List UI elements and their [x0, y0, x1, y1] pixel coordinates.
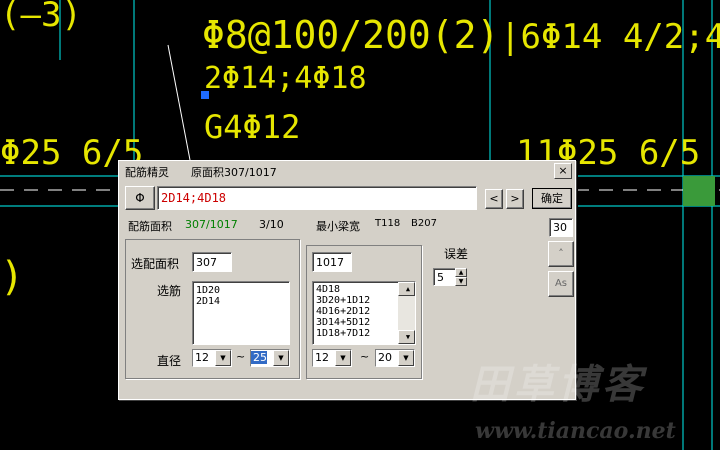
error-spinner[interactable]: ▲ ▼ [455, 268, 467, 286]
candidate-bars-list[interactable]: 4D18 3D20+1D12 4D16+2D12 3D14+5D12 1D18+… [312, 281, 416, 345]
diameter-label: 直径 [157, 354, 182, 368]
area-label: 配筋面积 [128, 220, 172, 233]
candidate-area-value: 1017 [316, 256, 344, 269]
bars-label: 选筋 [157, 284, 182, 298]
diameter-from-select[interactable]: 12 ▼ [192, 349, 232, 367]
cad-text-5: G4Φ12 [204, 108, 300, 146]
min-width-label: 最小梁宽 [316, 220, 360, 233]
candidate-diameter-to-select[interactable]: 20 ▼ [375, 349, 415, 367]
next-button[interactable]: > [506, 189, 524, 209]
list-scrollbar[interactable]: ▲ ▼ [398, 282, 415, 344]
selected-area-input[interactable]: 307 [192, 252, 232, 272]
dialog-titlebar[interactable]: 配筋精灵 原面积307/1017 × [119, 161, 575, 181]
list-item[interactable]: 1D20 [193, 285, 289, 296]
chevron-down-icon[interactable]: ▼ [398, 350, 414, 366]
cad-text-8: ) [0, 254, 24, 300]
error-input[interactable]: 5 [433, 268, 457, 286]
selected-bars-list[interactable]: 1D20 2D14 [192, 281, 290, 345]
selected-area-label: 选配面积 [131, 257, 180, 271]
watermark-url: www.tiancao.net [475, 418, 676, 444]
candidate-diameter-from-select[interactable]: 12 ▼ [312, 349, 352, 367]
chevron-down-icon[interactable]: ▼ [335, 350, 351, 366]
bottom-width-value: B207 [411, 218, 437, 229]
candidate-diameter-from-value: 12 [315, 351, 329, 364]
original-area-title: 原面积307/1017 [191, 166, 277, 179]
dialog-title: 配筋精灵 [125, 166, 169, 179]
selected-column-block [683, 176, 715, 206]
scroll-up-icon[interactable]: ▲ [398, 282, 415, 296]
selected-area-value: 307 [196, 256, 217, 269]
side-up-button[interactable]: ˄ [548, 241, 574, 267]
diameter-to-select[interactable]: 25 ▼ [250, 349, 290, 367]
side-count-value: 30 [553, 221, 567, 234]
diameter-to-value: 25 [251, 351, 267, 364]
ok-button[interactable]: 确定 [532, 188, 572, 209]
tilde-separator: ~ [236, 350, 246, 363]
list-item[interactable]: 2D14 [193, 296, 289, 307]
scroll-down-icon[interactable]: ▼ [398, 330, 415, 344]
cad-text-3: |6Φ14 4/2;4Φ [500, 17, 720, 57]
error-value: 5 [437, 271, 444, 284]
tilde-separator: ~ [360, 350, 370, 363]
area-value: 307/1017 [185, 218, 238, 231]
diameter-from-value: 12 [195, 351, 209, 364]
phi-symbol-button[interactable]: Φ [125, 186, 155, 210]
chevron-down-icon[interactable]: ▼ [215, 350, 231, 366]
cad-text-1: (—3) [0, 0, 82, 35]
side-as-button[interactable]: As [548, 271, 574, 297]
spin-down-icon[interactable]: ▼ [455, 277, 467, 286]
candidate-diameter-to-value: 20 [378, 351, 392, 364]
error-label: 误差 [444, 247, 469, 261]
rebar-formula-value: 2D14;4D18 [161, 191, 227, 205]
rebar-formula-input[interactable]: 2D14;4D18 [157, 186, 477, 210]
chevron-down-icon[interactable]: ▼ [273, 350, 289, 366]
candidate-area-input[interactable]: 1017 [312, 252, 352, 272]
side-count-input[interactable]: 30 [549, 218, 573, 237]
spin-up-icon[interactable]: ▲ [455, 268, 467, 277]
close-button[interactable]: × [554, 163, 572, 179]
watermark-brand: 田草博客 [470, 361, 646, 408]
prev-button[interactable]: < [485, 189, 503, 209]
cad-text-4: 2Φ14;4Φ18 [204, 61, 367, 96]
top-width-value: T118 [375, 218, 401, 229]
cad-text-2: Φ8@100/200(2) [202, 13, 499, 57]
ratio-value: 3/10 [259, 218, 284, 231]
